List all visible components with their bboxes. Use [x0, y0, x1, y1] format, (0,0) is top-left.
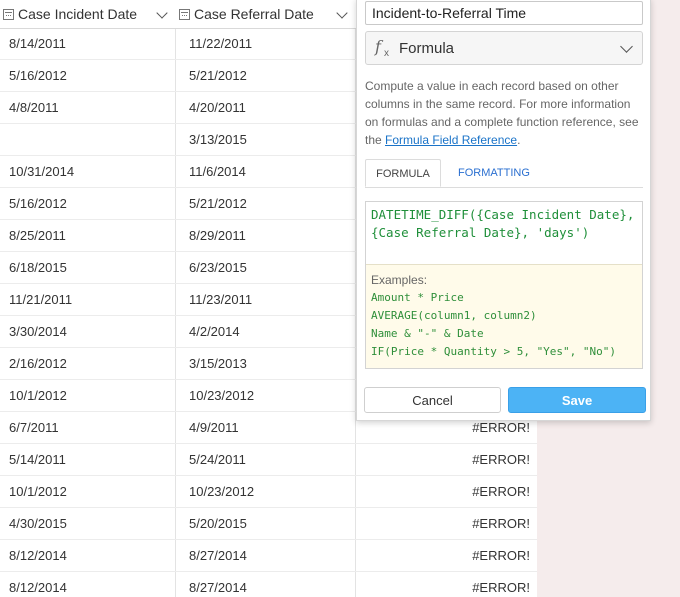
calendar-icon	[3, 8, 14, 20]
cell-incident-to-referral-time[interactable]: #ERROR!	[472, 540, 530, 571]
cancel-button[interactable]: Cancel	[364, 387, 501, 413]
column-header-case-referral-date[interactable]: Case Referral Date	[176, 0, 355, 28]
chevron-down-icon	[620, 40, 633, 53]
cell-incident-to-referral-time[interactable]: #ERROR!	[472, 572, 530, 597]
cell-case-referral-date[interactable]: 4/20/2011	[189, 92, 246, 123]
column-header-label: Case Incident Date	[18, 6, 138, 22]
cell-case-incident-date[interactable]: 3/30/2014	[9, 316, 67, 347]
table-row[interactable]: 10/1/2012 10/23/2012 #ERROR!	[0, 476, 537, 508]
formula-icon: fx	[375, 37, 389, 60]
cell-case-incident-date[interactable]: 8/14/2011	[9, 28, 66, 59]
cell-case-incident-date[interactable]: 4/30/2015	[9, 508, 67, 539]
cell-case-referral-date[interactable]: 5/21/2012	[189, 188, 247, 219]
cell-case-referral-date[interactable]: 8/27/2014	[189, 540, 247, 571]
field-config-panel: fx Formula Compute a value in each recor…	[356, 0, 651, 421]
formula-reference-link[interactable]: Formula Field Reference	[385, 133, 517, 147]
cell-case-referral-date[interactable]: 8/27/2014	[189, 572, 247, 597]
tab-formula[interactable]: FORMULA	[365, 159, 441, 187]
cell-case-referral-date[interactable]: 4/9/2011	[189, 412, 239, 443]
example-line: Amount * Price	[371, 291, 464, 304]
field-name-input[interactable]	[365, 1, 643, 25]
table-row[interactable]: 4/30/2015 5/20/2015 #ERROR!	[0, 508, 537, 540]
cell-case-incident-date[interactable]: 10/1/2012	[9, 476, 67, 507]
cell-case-referral-date[interactable]: 11/6/2014	[189, 156, 246, 187]
cell-incident-to-referral-time[interactable]: #ERROR!	[472, 444, 530, 475]
example-line: Name & "-" & Date	[371, 327, 484, 340]
cell-case-referral-date[interactable]: 3/13/2015	[189, 124, 247, 155]
examples-title: Examples:	[371, 273, 428, 287]
cell-case-referral-date[interactable]: 11/22/2011	[189, 28, 252, 59]
field-type-select[interactable]: fx Formula	[365, 31, 643, 65]
cell-case-incident-date[interactable]: 8/12/2014	[9, 540, 67, 571]
cell-incident-to-referral-time[interactable]: #ERROR!	[472, 476, 530, 507]
cell-case-incident-date[interactable]: 4/8/2011	[9, 92, 59, 123]
cell-case-referral-date[interactable]: 5/20/2015	[189, 508, 247, 539]
column-header-label: Case Referral Date	[194, 6, 314, 22]
cell-case-incident-date[interactable]: 6/7/2011	[9, 412, 59, 443]
chevron-down-icon[interactable]	[156, 7, 168, 19]
cell-case-incident-date[interactable]: 10/31/2014	[9, 156, 74, 187]
cell-case-referral-date[interactable]: 4/2/2014	[189, 316, 240, 347]
cell-case-incident-date[interactable]: 5/16/2012	[9, 188, 67, 219]
table-row[interactable]: 8/12/2014 8/27/2014 #ERROR!	[0, 540, 537, 572]
cell-case-incident-date[interactable]: 2/16/2012	[9, 348, 67, 379]
table-row[interactable]: 5/14/2011 5/24/2011 #ERROR!	[0, 444, 537, 476]
save-button[interactable]: Save	[508, 387, 646, 413]
formula-description: Compute a value in each record based on …	[365, 79, 639, 147]
formula-input[interactable]: DATETIME_DIFF({Case Incident Date}, {Cas…	[366, 202, 642, 264]
cell-case-referral-date[interactable]: 6/23/2015	[189, 252, 247, 283]
field-type-label: Formula	[399, 39, 455, 57]
example-line: IF(Price * Quantity > 5, "Yes", "No")	[371, 345, 617, 358]
examples-box: Examples: Amount * Price AVERAGE(column1…	[366, 264, 642, 368]
cell-case-incident-date[interactable]: 6/18/2015	[9, 252, 67, 283]
cell-case-incident-date[interactable]: 5/14/2011	[9, 444, 66, 475]
cell-case-referral-date[interactable]: 10/23/2012	[189, 476, 254, 507]
cell-case-referral-date[interactable]: 5/24/2011	[189, 444, 246, 475]
cell-case-incident-date[interactable]: 8/12/2014	[9, 572, 67, 597]
panel-tabs: FORMULA FORMATTING	[365, 159, 643, 188]
column-header-case-incident-date[interactable]: Case Incident Date	[0, 0, 175, 28]
cell-case-referral-date[interactable]: 8/29/2011	[189, 220, 246, 251]
table-row[interactable]: 8/12/2014 8/27/2014 #ERROR!	[0, 572, 537, 597]
tab-formatting[interactable]: FORMATTING	[458, 159, 530, 187]
cell-case-referral-date[interactable]: 5/21/2012	[189, 60, 247, 91]
cell-case-referral-date[interactable]: 3/15/2013	[189, 348, 247, 379]
cell-case-referral-date[interactable]: 11/23/2011	[189, 284, 252, 315]
chevron-down-icon[interactable]	[336, 7, 348, 19]
cell-case-incident-date[interactable]: 5/16/2012	[9, 60, 67, 91]
example-line: AVERAGE(column1, column2)	[371, 309, 537, 322]
formula-editor: DATETIME_DIFF({Case Incident Date}, {Cas…	[365, 201, 643, 369]
cell-case-incident-date[interactable]: 10/1/2012	[9, 380, 67, 411]
calendar-icon	[179, 8, 190, 20]
cell-case-incident-date[interactable]: 11/21/2011	[9, 284, 72, 315]
cell-incident-to-referral-time[interactable]: #ERROR!	[472, 508, 530, 539]
cell-case-incident-date[interactable]: 8/25/2011	[9, 220, 66, 251]
cell-case-referral-date[interactable]: 10/23/2012	[189, 380, 254, 411]
